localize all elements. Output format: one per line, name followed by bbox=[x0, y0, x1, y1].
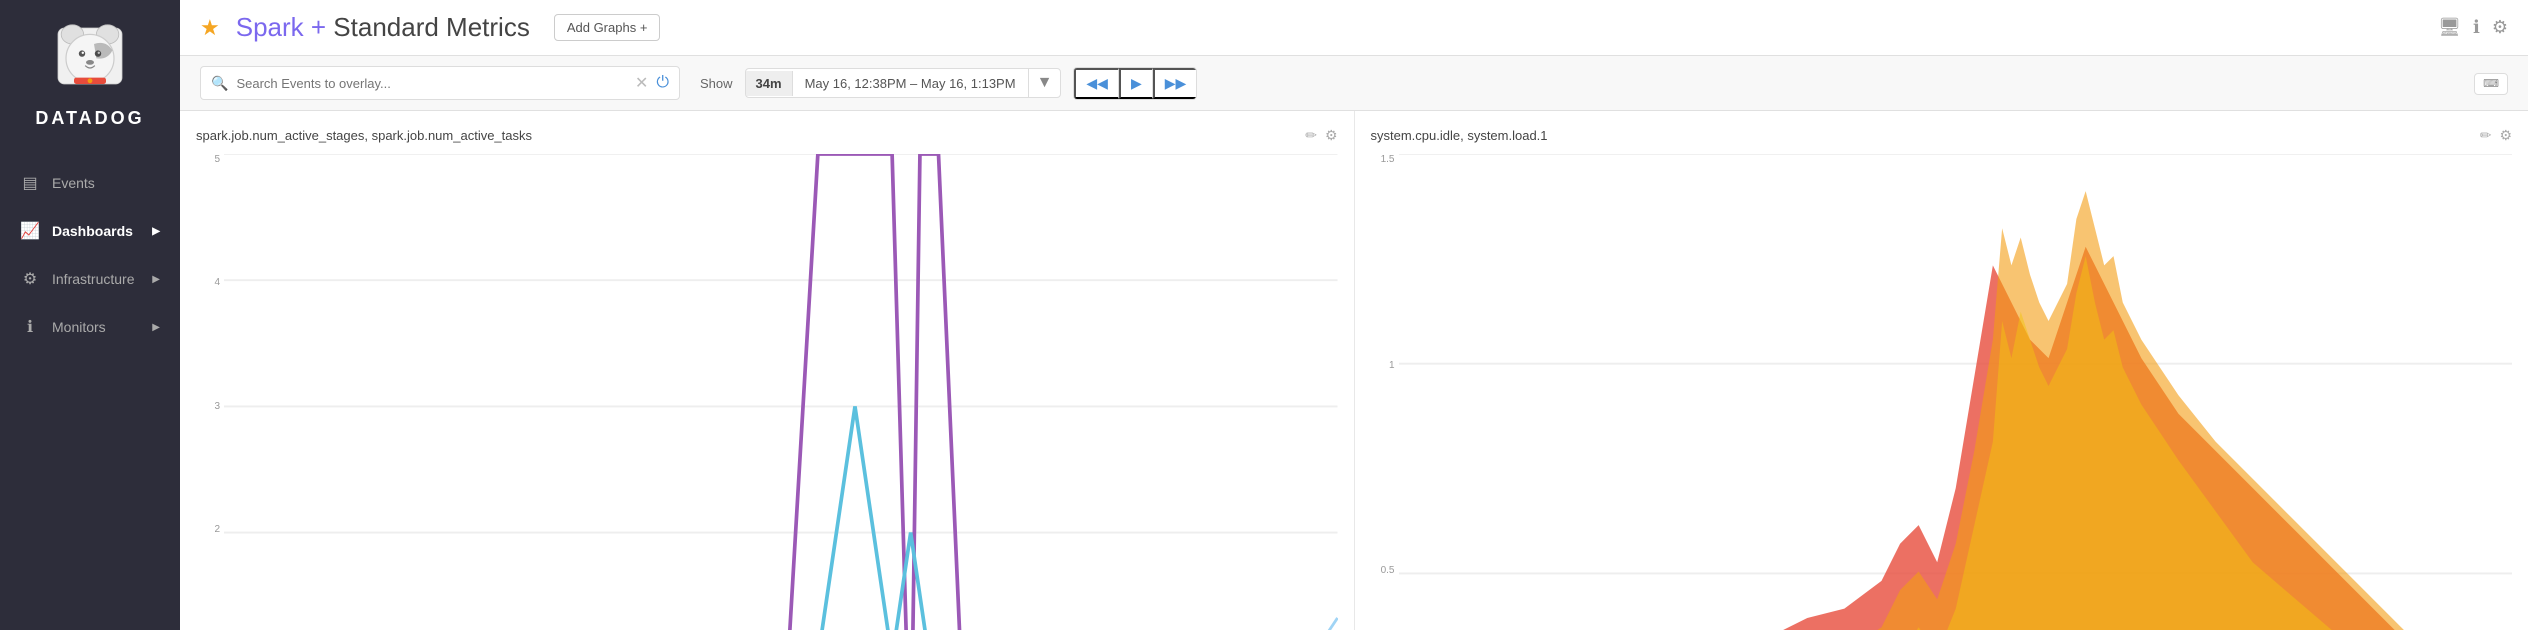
info-icon[interactable]: ℹ bbox=[2473, 17, 2480, 38]
graph-actions-1: ✏ ⚙ bbox=[1305, 127, 1337, 144]
sidebar-item-dashboards[interactable]: 📈 Dashboards ▶ bbox=[0, 207, 180, 255]
add-graphs-button[interactable]: Add Graphs + bbox=[554, 14, 661, 41]
dashboards-icon: 📈 bbox=[20, 221, 40, 241]
search-box[interactable]: 🔍 ✕ ⏻ bbox=[200, 66, 680, 100]
brand-label: DATADOG bbox=[35, 108, 144, 129]
edit-icon[interactable]: ✏ bbox=[1305, 127, 1317, 144]
y-label: 5 bbox=[214, 154, 220, 165]
search-power-icon[interactable]: ⏻ bbox=[656, 74, 669, 92]
monitors-icon: ℹ bbox=[20, 317, 40, 337]
chart-inner-1: 12:40 12:45 12:50 12:55 13:00 13:05 13:1… bbox=[224, 154, 1338, 630]
show-label: Show bbox=[700, 76, 733, 91]
chevron-right-icon: ▶ bbox=[152, 226, 160, 237]
logo-area: DATADOG bbox=[25, 0, 154, 149]
edit-icon[interactable]: ✏ bbox=[2480, 127, 2492, 144]
search-icon: 🔍 bbox=[211, 75, 228, 92]
toolbar: 🔍 ✕ ⏻ Show 34m May 16, 12:38PM – May 16,… bbox=[180, 56, 2528, 111]
sidebar-item-label: Dashboards bbox=[52, 223, 133, 239]
time-range-badge: 34m bbox=[746, 71, 793, 96]
monitor-icon[interactable]: 🖥 bbox=[2438, 17, 2461, 38]
sidebar-item-infrastructure[interactable]: ⚙ Infrastructure ▶ bbox=[0, 255, 180, 303]
keyboard-shortcut-icon[interactable]: ⌨ bbox=[2474, 73, 2508, 95]
page-title: Spark + Standard Metrics bbox=[236, 12, 530, 43]
sidebar-item-label: Monitors bbox=[52, 319, 106, 335]
sidebar-item-monitors[interactable]: ℹ Monitors ▶ bbox=[0, 303, 180, 351]
settings-icon[interactable]: ⚙ bbox=[2492, 17, 2508, 38]
graph-actions-2: ✏ ⚙ bbox=[2480, 127, 2512, 144]
graph-panel-2: system.cpu.idle, system.load.1 ✏ ⚙ 1.5 1… bbox=[1355, 111, 2528, 630]
y-label: 0.5 bbox=[1381, 565, 1395, 576]
y-label: 3 bbox=[214, 401, 220, 412]
y-label: 4 bbox=[214, 277, 220, 288]
search-input[interactable] bbox=[236, 76, 627, 91]
fast-forward-button[interactable]: ▶▶ bbox=[1153, 68, 1197, 99]
graph-header-1: spark.job.num_active_stages, spark.job.n… bbox=[196, 127, 1338, 144]
time-range-selector[interactable]: 34m May 16, 12:38PM – May 16, 1:13PM ▼ bbox=[745, 68, 1062, 98]
y-axis-1: 5 4 3 2 1 0 bbox=[196, 154, 224, 630]
chevron-right-icon: ▶ bbox=[152, 322, 160, 333]
favorite-star-icon[interactable]: ★ bbox=[200, 15, 220, 41]
chevron-right-icon: ▶ bbox=[152, 274, 160, 285]
sidebar-navigation: ▤ Events 📈 Dashboards ▶ ⚙ Infrastructure… bbox=[0, 159, 180, 351]
graphs-area: spark.job.num_active_stages, spark.job.n… bbox=[180, 111, 2528, 630]
time-range-dropdown-icon[interactable]: ▼ bbox=[1028, 69, 1061, 97]
graph-title-1: spark.job.num_active_stages, spark.job.n… bbox=[196, 128, 1305, 143]
header-actions: 🖥 ℹ ⚙ bbox=[2438, 17, 2508, 38]
settings-icon[interactable]: ⚙ bbox=[2499, 127, 2512, 144]
events-icon: ▤ bbox=[20, 173, 40, 193]
graph-title-2: system.cpu.idle, system.load.1 bbox=[1371, 128, 2480, 143]
y-axis-2: 1.5 1 0.5 0 bbox=[1371, 154, 1399, 630]
graph-panel-1: spark.job.num_active_stages, spark.job.n… bbox=[180, 111, 1355, 630]
main-content: ★ Spark + Standard Metrics Add Graphs + … bbox=[180, 0, 2528, 630]
chart-container-2: 1.5 1 0.5 0 bbox=[1371, 154, 2513, 630]
sidebar-item-events[interactable]: ▤ Events bbox=[0, 159, 180, 207]
y-label: 1 bbox=[1389, 360, 1395, 371]
chart-inner-2: 12:40 12:45 12:50 12:55 13:00 13:05 13:1… bbox=[1399, 154, 2513, 630]
infrastructure-icon: ⚙ bbox=[20, 269, 40, 289]
chart-svg-1 bbox=[224, 154, 1338, 630]
time-range-text: May 16, 12:38PM – May 16, 1:13PM bbox=[793, 71, 1028, 96]
chart-svg-2 bbox=[1399, 154, 2513, 630]
datadog-logo-icon bbox=[50, 20, 130, 100]
time-navigation-buttons: ◀◀ ▶ ▶▶ bbox=[1073, 67, 1197, 100]
page-header: ★ Spark + Standard Metrics Add Graphs + … bbox=[180, 0, 2528, 56]
sidebar: DATADOG ▤ Events 📈 Dashboards ▶ ⚙ Infras… bbox=[0, 0, 180, 630]
sidebar-item-label: Events bbox=[52, 175, 95, 191]
sidebar-item-label: Infrastructure bbox=[52, 271, 134, 287]
settings-icon[interactable]: ⚙ bbox=[1325, 127, 1338, 144]
rewind-button[interactable]: ◀◀ bbox=[1074, 68, 1119, 99]
graph-header-2: system.cpu.idle, system.load.1 ✏ ⚙ bbox=[1371, 127, 2513, 144]
y-label: 2 bbox=[214, 524, 220, 535]
play-button[interactable]: ▶ bbox=[1119, 68, 1153, 99]
y-label: 1.5 bbox=[1381, 154, 1395, 165]
search-clear-icon[interactable]: ✕ bbox=[635, 73, 648, 93]
chart-container-1: 5 4 3 2 1 0 bbox=[196, 154, 1338, 630]
